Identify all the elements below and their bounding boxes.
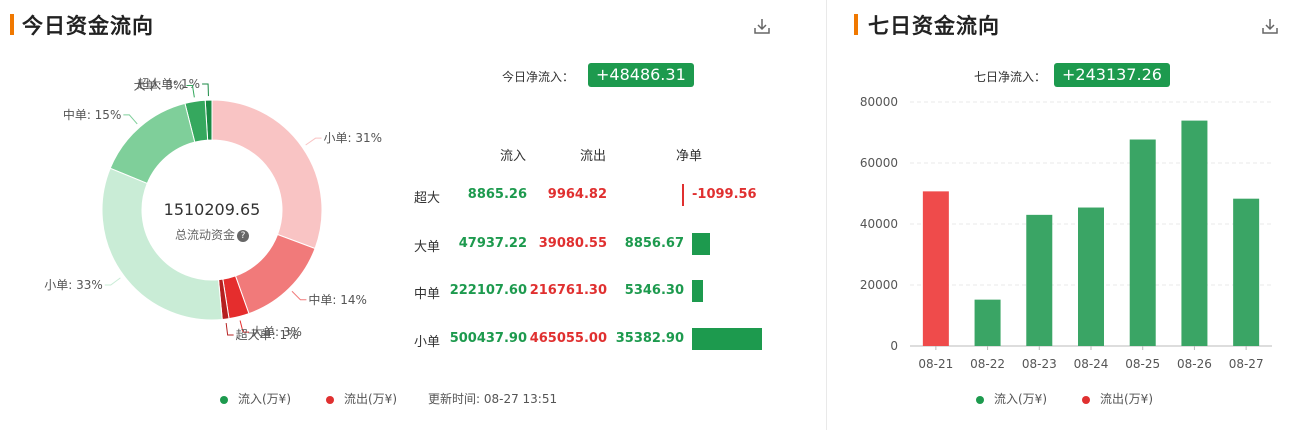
row-label: 中单 (414, 287, 441, 302)
title-accent-bar (10, 14, 14, 35)
inflow-value: 222107.60 (449, 283, 527, 298)
week-fund-flow-panel: 七日资金流向 七日净流入： +243137.26 0 20000 40000 6000… (828, 0, 1289, 440)
title-accent-bar (854, 14, 858, 35)
bar (974, 299, 1001, 346)
bar (1233, 198, 1260, 346)
today-title: 今日资金流向 (22, 14, 154, 38)
seven-day-bar-chart: 0 20000 40000 60000 80000 08-21 08-22 08-23 08-2… (860, 95, 1272, 371)
outflow-value: 9964.82 (547, 187, 607, 202)
row-label: 大单 (414, 240, 441, 255)
table-row: 大单 47937.22 39080.55 8856.67 (0, 229, 800, 259)
week-net-badge: +243137.26 (1054, 63, 1170, 87)
outflow-dot-icon (1082, 395, 1090, 404)
y-tick-label: 20000 (860, 278, 898, 292)
legend-inflow-label: 流入(万¥) (994, 392, 1047, 406)
panel-divider (826, 0, 827, 430)
week-title: 七日资金流向 (868, 14, 1000, 38)
outflow-dot-icon (326, 395, 334, 404)
x-tick-label: 08-26 (1177, 357, 1212, 371)
legend-outflow-label: 流出(万¥) (1100, 392, 1153, 406)
x-tick-label: 08-25 (1125, 357, 1160, 371)
bar (1129, 139, 1156, 346)
week-net-label: 七日净流入： (974, 70, 1047, 84)
table-row: 超大 8865.26 9964.82 -1099.56 (0, 180, 800, 210)
pie-label-leader (202, 83, 209, 97)
today-fund-flow-panel: 今日资金流向 小单: 31% 中单: 14% 大单: 3% 超大单: 1% 超大单: 1… (0, 0, 800, 440)
col-header-inflow: 流入 (500, 149, 527, 164)
outflow-value: 39080.55 (538, 236, 607, 251)
pie-label: 小单: 31% (324, 131, 383, 145)
today-net-label: 今日净流入： (502, 70, 575, 84)
legend-outflow[interactable]: 流出(万¥) (326, 390, 397, 407)
legend-outflow-label: 流出(万¥) (344, 392, 397, 406)
net-bar (682, 184, 684, 206)
bar (922, 191, 949, 346)
x-tick-label: 08-24 (1074, 357, 1109, 371)
bar (1181, 120, 1208, 346)
net-value: -1099.56 (692, 187, 757, 202)
inflow-dot-icon (220, 395, 228, 404)
net-value: 8856.67 (624, 236, 684, 251)
x-tick-label: 08-27 (1229, 357, 1264, 371)
today-net-badge: +48486.31 (588, 63, 694, 87)
bar (1026, 214, 1053, 346)
bar (1078, 207, 1104, 346)
y-tick-label: 60000 (860, 156, 898, 170)
y-tick-label: 40000 (860, 217, 898, 231)
net-bar (692, 280, 703, 302)
download-icon[interactable] (752, 16, 772, 36)
pie-label: 大单: 3% (134, 79, 185, 93)
outflow-value: 465055.00 (529, 331, 607, 346)
pie-label-leader (305, 137, 322, 146)
pie-label: 中单: 15% (63, 107, 122, 122)
inflow-value: 8865.26 (467, 187, 527, 202)
legend-inflow[interactable]: 流入(万¥) (976, 390, 1047, 407)
pie-label-leader (123, 114, 138, 125)
col-header-net: 净单 (676, 149, 703, 164)
x-tick-label: 08-22 (970, 357, 1005, 371)
update-time: 更新时间: 08-27 13:51 (428, 392, 558, 406)
legend-inflow[interactable]: 流入(万¥) (220, 390, 291, 407)
net-bar (692, 328, 762, 350)
net-bar (692, 233, 710, 255)
inflow-value: 500437.90 (449, 331, 527, 346)
net-value: 5346.30 (624, 283, 684, 298)
col-header-outflow: 流出 (580, 149, 607, 164)
x-tick-label: 08-23 (1022, 357, 1057, 371)
inflow-dot-icon (976, 395, 984, 404)
y-tick-label: 0 (890, 339, 898, 353)
x-tick-label: 08-21 (918, 357, 953, 371)
row-label: 超大 (414, 191, 441, 206)
legend-inflow-label: 流入(万¥) (238, 392, 291, 406)
y-tick-label: 80000 (860, 95, 898, 109)
legend-outflow[interactable]: 流出(万¥) (1082, 390, 1153, 407)
net-value: 35382.90 (615, 331, 684, 346)
outflow-value: 216761.30 (529, 283, 607, 298)
inflow-value: 47937.22 (458, 236, 527, 251)
pie-slice (109, 102, 196, 185)
row-label: 小单 (414, 335, 441, 350)
table-row: 中单 222107.60 216761.30 5346.30 (0, 276, 800, 306)
table-row: 小单 500437.90 465055.00 35382.90 (0, 324, 800, 354)
download-icon[interactable] (1260, 16, 1280, 36)
